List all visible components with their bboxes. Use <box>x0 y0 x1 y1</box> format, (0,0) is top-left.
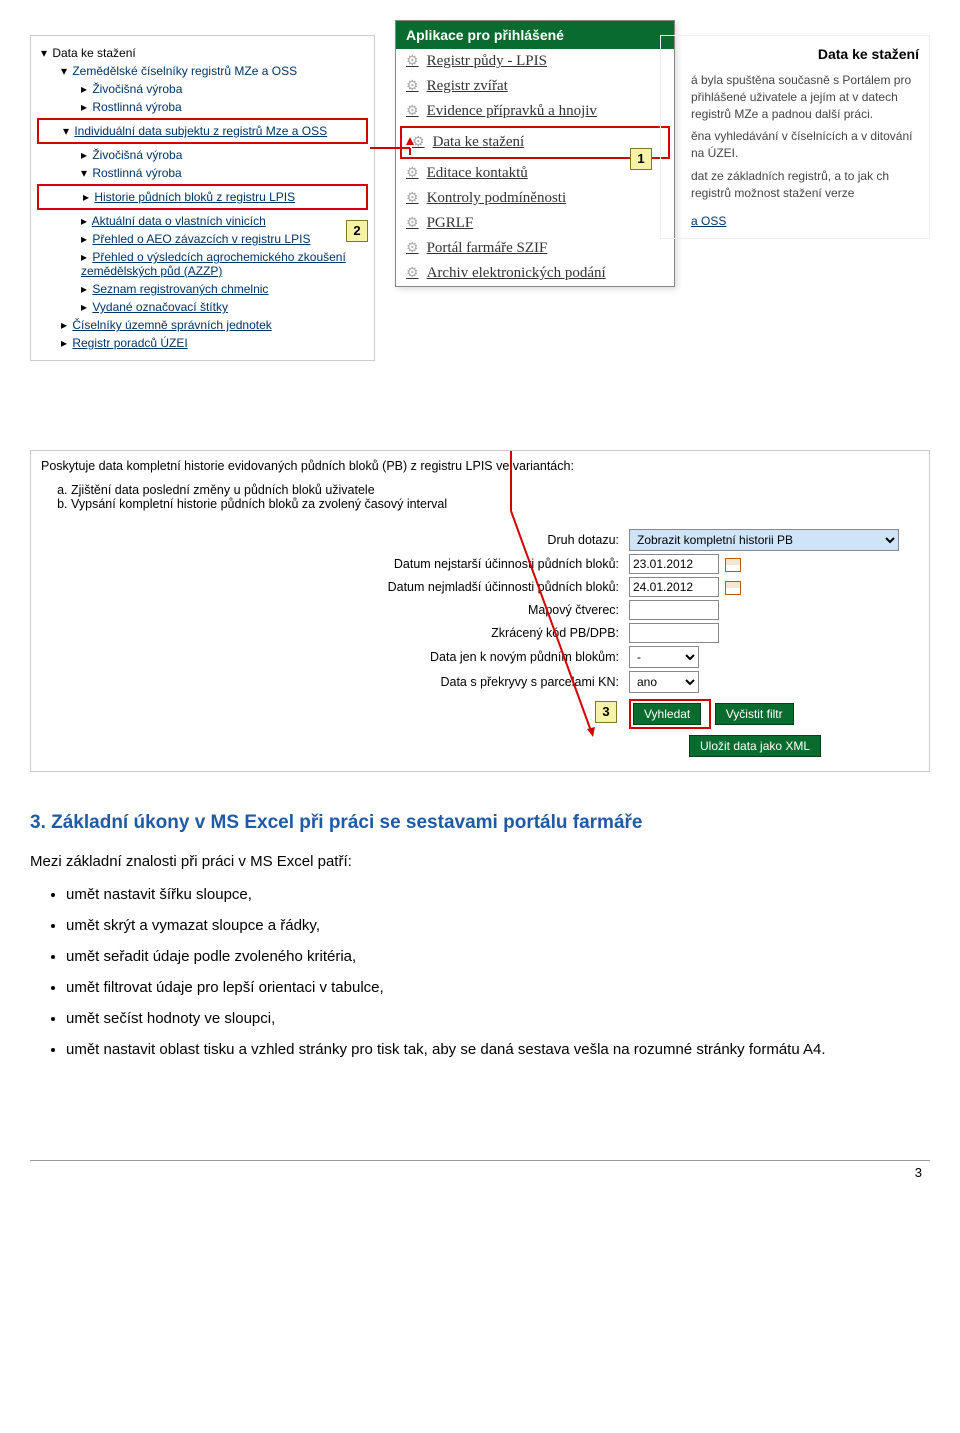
form-row: Datum nejstarší účinnosti půdních bloků: <box>41 554 919 574</box>
popup-title: Aplikace pro přihlášené <box>396 21 674 49</box>
gear-icon: ⚙ <box>412 134 425 151</box>
tree-item[interactable]: ▾ Rostlinná výroba <box>41 164 364 182</box>
callout-2: 2 <box>346 220 368 242</box>
gear-icon: ⚙ <box>406 103 419 120</box>
label-to: Datum nejmladší účinnosti půdních bloků: <box>388 580 619 594</box>
form-row: Datum nejmladší účinnosti půdních bloků: <box>41 577 919 597</box>
select-kn[interactable]: ano <box>629 671 699 693</box>
input-map[interactable] <box>629 600 719 620</box>
input-date-from[interactable] <box>629 554 719 574</box>
highlight-box-1: ▾ Individuální data subjektu z registrů … <box>37 118 368 144</box>
menu-item[interactable]: ⚙Evidence přípravků a hnojiv <box>396 99 674 124</box>
tree-item[interactable]: ▸ Číselníky územně správních jednotek <box>41 316 364 334</box>
menu-item[interactable]: ⚙Registr půdy - LPIS <box>396 49 674 74</box>
list-item: Zjištění data poslední změny u půdních b… <box>71 483 919 497</box>
label-map: Mapový čtverec: <box>528 603 619 617</box>
page-number: 3 <box>915 1165 922 1180</box>
tree-item[interactable]: ▸ Historie půdních bloků z registru LPIS <box>43 188 362 206</box>
list-item: Vypsání kompletní historie půdních bloků… <box>71 497 919 511</box>
menu-item[interactable]: ⚙Archiv elektronických podání <box>396 261 674 286</box>
form-row: Druh dotazu: Zobrazit kompletní historii… <box>41 529 919 551</box>
list-item: umět seřadit údaje podle zvoleného krité… <box>66 946 930 967</box>
gear-icon: ⚙ <box>406 265 419 282</box>
select-druh[interactable]: Zobrazit kompletní historii PB <box>629 529 899 551</box>
input-date-to[interactable] <box>629 577 719 597</box>
tree-item[interactable]: ▾ Individuální data subjektu z registrů … <box>43 122 362 140</box>
right-link[interactable]: a OSS <box>691 214 919 228</box>
menu-item[interactable]: ⚙Kontroly podmíněnosti <box>396 186 674 211</box>
button-row-2: Uložit data jako XML <box>41 735 919 757</box>
gear-icon: ⚙ <box>406 215 419 232</box>
list-item: umět filtrovat údaje pro lepší orientaci… <box>66 977 930 998</box>
intro-text: Poskytuje data kompletní historie evidov… <box>41 459 919 473</box>
highlight-search: Vyhledat <box>629 699 711 729</box>
tree-item[interactable]: ▸ Seznam registrovaných chmelnic <box>41 280 364 298</box>
label-new: Data jen k novým půdním blokům: <box>430 650 619 664</box>
tree-item[interactable]: ▸ Živočišná výroba <box>41 146 364 164</box>
variant-list: Zjištění data poslední změny u půdních b… <box>71 483 919 511</box>
menu-item-data[interactable]: ⚙Data ke stažení <box>406 130 664 155</box>
tree-item[interactable]: ▸ Registr poradců ÚZEI <box>41 334 364 352</box>
tree-item[interactable]: ▸ Vydané označovací štítky <box>41 298 364 316</box>
tree-item[interactable]: ▸ Přehled o výsledcích agrochemického zk… <box>41 248 364 280</box>
tree-item[interactable]: ▸ Přehled o AEO závazcích v registru LPI… <box>41 230 364 248</box>
search-button[interactable]: Vyhledat <box>633 703 701 725</box>
input-code[interactable] <box>629 623 719 643</box>
menu-item[interactable]: ⚙PGRLF <box>396 211 674 236</box>
menu-item[interactable]: ⚙Portál farmáře SZIF <box>396 236 674 261</box>
menu-item[interactable]: ⚙Registr zvířat <box>396 74 674 99</box>
xml-button[interactable]: Uložit data jako XML <box>689 735 821 757</box>
tree-item[interactable]: ▾ Zemědělské číselníky registrů MZe a OS… <box>41 62 364 80</box>
bullet-list: umět nastavit šířku sloupce, umět skrýt … <box>30 884 930 1060</box>
label-from: Datum nejstarší účinnosti půdních bloků: <box>394 557 619 571</box>
gear-icon: ⚙ <box>406 190 419 207</box>
calendar-icon[interactable] <box>725 581 741 595</box>
right-info-panel: Data ke stažení á byla spuštěna současně… <box>660 35 930 239</box>
gear-icon: ⚙ <box>406 53 419 70</box>
form-row: Data s překryvy s parcelami KN: ano <box>41 671 919 693</box>
form-row: Data jen k novým půdním blokům: - <box>41 646 919 668</box>
clear-button[interactable]: Vyčistit filtr <box>715 703 794 725</box>
right-text: á byla spuštěna současně s Portálem pro … <box>691 72 919 122</box>
select-new[interactable]: - <box>629 646 699 668</box>
left-tree-panel: ▾ Data ke stažení ▾ Zemědělské číselníky… <box>30 35 375 361</box>
page-footer: 3 <box>30 1160 930 1184</box>
list-item: umět nastavit šířku sloupce, <box>66 884 930 905</box>
gear-icon: ⚙ <box>406 165 419 182</box>
callout-1: 1 <box>630 148 652 170</box>
callout-3: 3 <box>595 701 617 723</box>
document-body: 3. Základní úkony v MS Excel při práci s… <box>30 812 930 1060</box>
form-row: Mapový čtverec: <box>41 600 919 620</box>
main-form-panel: Poskytuje data kompletní historie evidov… <box>30 450 930 772</box>
gear-icon: ⚙ <box>406 240 419 257</box>
calendar-icon[interactable] <box>725 558 741 572</box>
button-row-1: 3 Vyhledat Vyčistit filtr <box>41 699 919 729</box>
gear-icon: ⚙ <box>406 78 419 95</box>
tree-item[interactable]: ▸ Živočišná výroba <box>41 80 364 98</box>
right-text: dat ze základních registrů, a to jak ch … <box>691 168 919 202</box>
section-heading: 3. Základní úkony v MS Excel při práci s… <box>30 812 930 834</box>
highlight-box-2: ▸ Historie půdních bloků z registru LPIS <box>37 184 368 210</box>
top-composite: ▾ Data ke stažení ▾ Zemědělské číselníky… <box>30 20 930 450</box>
list-item: umět sečíst hodnoty ve sloupci, <box>66 1008 930 1029</box>
right-title: Data ke stažení <box>691 46 919 62</box>
paragraph: Mezi základní znalosti při práci v MS Ex… <box>30 853 930 870</box>
label-druh: Druh dotazu: <box>547 533 619 547</box>
right-text: ěna vyhledávání v číselnících a v ditová… <box>691 128 919 162</box>
label-kn: Data s překryvy s parcelami KN: <box>440 675 619 689</box>
list-item: umět nastavit oblast tisku a vzhled strá… <box>66 1039 930 1060</box>
tree-item[interactable]: ▸ Rostlinná výroba <box>41 98 364 116</box>
tree-item[interactable]: ▸ Aktuální data o vlastních vinicích <box>41 212 364 230</box>
form-row: Zkrácený kód PB/DPB: <box>41 623 919 643</box>
list-item: umět skrýt a vymazat sloupce a řádky, <box>66 915 930 936</box>
label-code: Zkrácený kód PB/DPB: <box>491 626 619 640</box>
tree-item[interactable]: ▾ Data ke stažení <box>41 44 364 62</box>
